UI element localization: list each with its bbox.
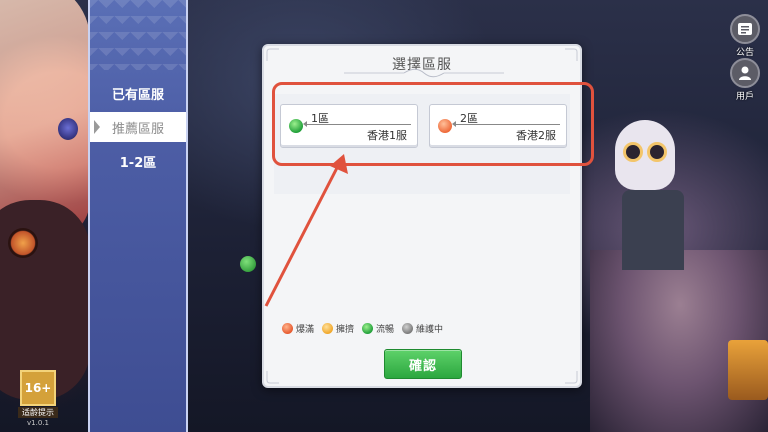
corner-ornament-icon [565, 371, 578, 384]
age-rating-icon: 16+ [20, 370, 56, 406]
status-legend: 爆滿 擁擠 流暢 維護中 [282, 322, 443, 335]
status-full-dot-icon [282, 323, 293, 334]
user-label: 用戶 [735, 92, 754, 102]
legend-smooth: 流暢 [362, 322, 394, 335]
tab-zone-1-2[interactable]: 1-2區 [90, 146, 186, 176]
corner-ornament-icon [266, 48, 279, 61]
age-rating-badge: 16+ 适龄提示 v1.0.1 [18, 370, 58, 427]
legend-maintenance: 維護中 [402, 322, 443, 335]
user-icon [730, 58, 760, 88]
legend-label: 擁擠 [336, 325, 355, 335]
status-maintenance-dot-icon [402, 323, 414, 334]
legend-label: 爆滿 [296, 325, 315, 335]
annotation-highlight-box [272, 82, 594, 166]
notice-button[interactable]: 公告 [728, 14, 762, 58]
chest-art [728, 340, 768, 400]
notice-label: 公告 [735, 48, 754, 58]
title-ornament-icon [344, 68, 504, 78]
status-crowded-dot-icon [322, 323, 334, 334]
tombstone-art [622, 190, 684, 270]
legend-crowded: 擁擠 [322, 322, 354, 335]
ghost-eye [623, 142, 643, 162]
sidebar-pattern [90, 0, 186, 70]
background-status-dot [240, 256, 256, 272]
bear-eye [8, 228, 38, 258]
corner-ornament-icon [266, 371, 279, 384]
user-button[interactable]: 用戶 [728, 58, 762, 102]
corner-ornament-icon [565, 48, 578, 61]
version-label: v1.0.1 [27, 419, 49, 427]
tab-existing-servers[interactable]: 已有區服 [90, 78, 186, 108]
server-category-sidebar: 已有區服 推薦區服 1-2區 [88, 0, 188, 432]
ghost-eye [647, 142, 667, 162]
legend-label: 流暢 [376, 325, 395, 335]
ghost-art [615, 120, 675, 190]
status-smooth-dot-icon [362, 323, 374, 334]
legend-label: 維護中 [416, 325, 444, 335]
legend-full: 爆滿 [282, 322, 314, 335]
confirm-button[interactable]: 確認 [384, 349, 462, 379]
character-eye [58, 118, 78, 140]
age-rating-value: 16+ [24, 381, 52, 395]
notice-icon [730, 14, 760, 44]
tab-recommended-servers[interactable]: 推薦區服 [90, 112, 186, 142]
age-rating-caption: 适龄提示 [18, 407, 58, 418]
